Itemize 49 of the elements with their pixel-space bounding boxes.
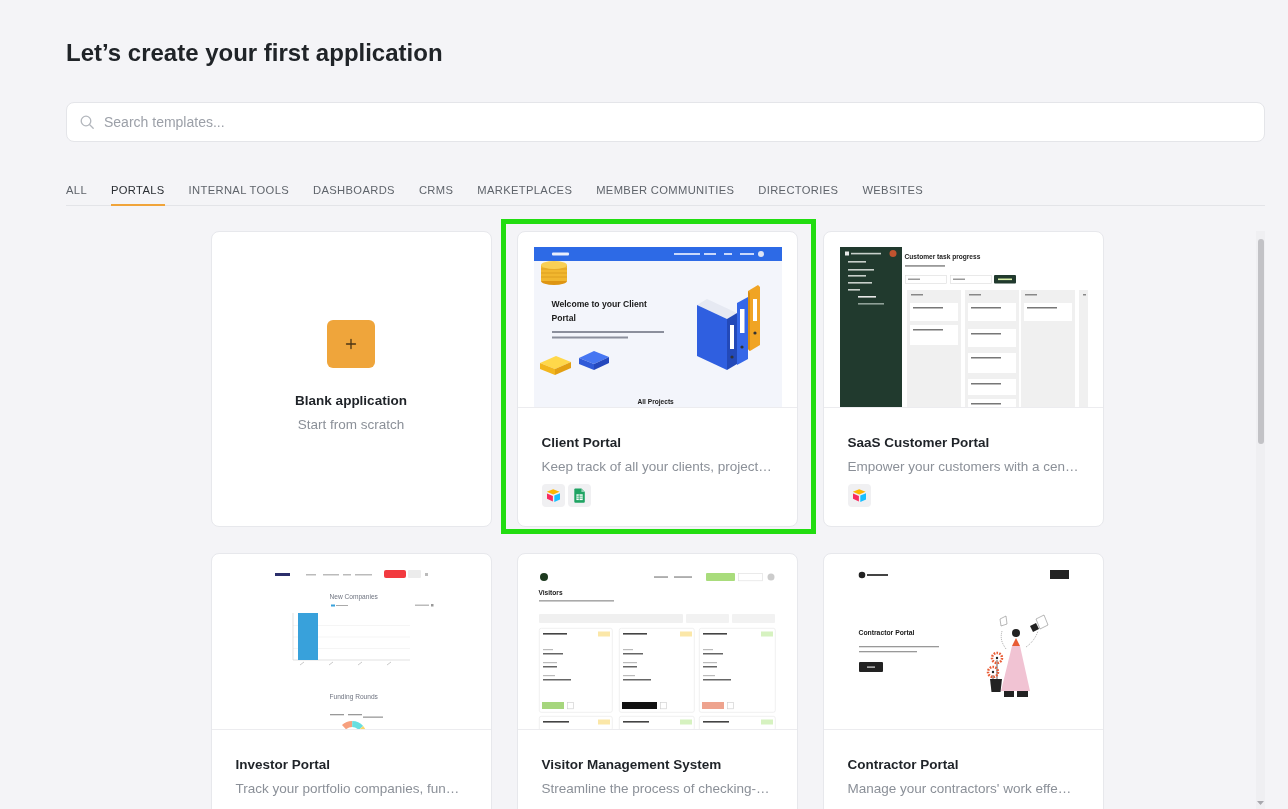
scrollbar[interactable]	[1256, 231, 1265, 809]
card-subtitle: Start from scratch	[297, 415, 405, 434]
menu-button-drawing	[1049, 570, 1069, 579]
chart-bar	[297, 613, 318, 660]
search-icon	[80, 115, 94, 129]
chart-toolbar-drawing	[414, 604, 433, 607]
tab[interactable]: INTERNAL TOOLS	[188, 182, 290, 206]
note-pad-drawing	[539, 356, 571, 375]
spreadsheet-icon	[567, 484, 591, 507]
cta-button-drawing	[858, 662, 883, 672]
blank-application-card[interactable]: Blank application Start from scratch	[210, 231, 492, 527]
card-description: Keep track of all your clients, project…	[541, 458, 773, 476]
chart-legend-drawing	[330, 604, 348, 607]
tab[interactable]: MARKETPLACES	[477, 182, 573, 206]
tab[interactable]: ALL	[66, 182, 87, 206]
card-title: Investor Portal	[235, 756, 332, 774]
subtitle-line-drawing	[904, 265, 945, 267]
card-title: Contractor Portal	[847, 756, 960, 774]
box-logo-icon	[847, 484, 871, 507]
tab[interactable]: MEMBER COMMUNITIES	[596, 182, 735, 206]
potted-flower-drawing	[986, 651, 1003, 692]
tab[interactable]: PORTALS	[110, 182, 165, 206]
donut-label-drawing	[329, 714, 383, 718]
plus-icon	[327, 319, 375, 368]
card-description: Streamline the process of checking-…	[541, 780, 771, 798]
card-title: Client Portal	[541, 434, 622, 452]
preview-headline: Welcome to your Client Portal	[551, 298, 648, 325]
card-description: Manage your contractors' work effe…	[847, 780, 1073, 798]
scroll-down-icon[interactable]	[1257, 801, 1264, 805]
tab[interactable]: WEBSITES	[862, 182, 923, 206]
dropdown-drawing	[904, 275, 947, 284]
tab[interactable]: DASHBOARDS	[313, 182, 395, 206]
page-title: Let’s create your first application	[66, 38, 444, 68]
add-button-drawing	[993, 275, 1016, 284]
scrollbar-thumb[interactable]	[1257, 239, 1264, 444]
logo-icon	[539, 573, 548, 581]
coin-stack-drawing	[540, 261, 567, 285]
dropdown-drawing	[949, 275, 992, 284]
card-description: Track your portfolio companies, fun…	[235, 780, 461, 798]
card-description: Empower your customers with a cen…	[847, 458, 1079, 476]
tab[interactable]: DIRECTORIES	[758, 182, 839, 206]
box-logo-icon	[541, 484, 565, 507]
search-field[interactable]: Search templates...	[66, 102, 1265, 142]
card-title: Blank application	[295, 391, 407, 410]
book-stack-drawing	[578, 351, 609, 370]
card-title: SaaS Customer Portal	[847, 434, 991, 452]
tab[interactable]: CRMS	[418, 182, 454, 206]
card-title: Visitor Management System	[541, 756, 723, 774]
logo-drawing	[858, 571, 888, 579]
